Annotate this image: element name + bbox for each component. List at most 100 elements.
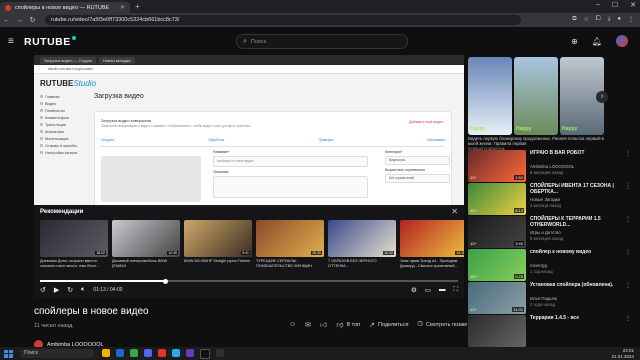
short-card[interactable]: Happy: [514, 57, 558, 135]
recommendation-card[interactable]: 10:42 7 ОБРАЗОВ БЕЗ ЧЕРНОГО ОТТЕНКА...: [328, 220, 396, 268]
user-avatar[interactable]: [616, 35, 628, 47]
edge-icon[interactable]: [116, 348, 124, 357]
taskbar-clock[interactable]: 22:01 21.01.2024: [611, 348, 634, 359]
time-display: 01:13 / 04:00: [93, 287, 123, 293]
short-caption: Happy: [516, 126, 532, 132]
studio-upload-card: Загрузка видео завершена Заполните инфор…: [94, 111, 452, 207]
recommendation-title: ТУРЕЦКИЕ СЕРИАЛЫ: ПОМЕШАТЕЛЬСТВО ЖЕНЩИН: [256, 259, 313, 268]
recommendation-thumbnail: 12:45: [112, 220, 180, 257]
tiktok-icon[interactable]: [200, 348, 210, 359]
video-menu-icon[interactable]: ⋮: [625, 282, 631, 289]
video-menu-icon[interactable]: ⋮: [625, 315, 631, 322]
recommendation-card[interactable]: 12:45 Дешевый электромобиль BMW (ЕМАКX: [112, 220, 180, 268]
like-icon[interactable]: 👍︎: [320, 320, 327, 329]
bookmark-star-icon[interactable]: ☆: [584, 16, 589, 23]
browser-menu-icon[interactable]: ⋮: [628, 16, 634, 23]
upload-icon[interactable]: ⊕: [571, 37, 578, 46]
sidebar-video-item[interactable]: 12+ 0:25 спойлер к новому видео minerrgg 1 г…: [468, 249, 632, 283]
video-menu-icon[interactable]: ⋮: [625, 216, 631, 223]
video-title: спойлеры в новое видео: [34, 306, 149, 317]
sidebar-video-item[interactable]: 12+ 11:01 Установка спойлера (обновлена). И…: [468, 282, 632, 316]
rutube-app-icon[interactable]: [158, 348, 166, 357]
age-label: Возрастные ограничения: [385, 168, 425, 172]
sidebar-video-channel: Илья Подьем: [530, 296, 557, 301]
close-tab-icon[interactable]: ✕: [120, 4, 125, 11]
studio-sidebar-item: Настройки канала: [40, 149, 86, 156]
forward-icon[interactable]: ↻: [67, 286, 73, 294]
minimize-icon[interactable]: –: [596, 1, 600, 9]
sidebar-video-date: 6 месяцев назад: [530, 170, 564, 175]
short-card[interactable]: Happy: [468, 57, 512, 135]
thumbnail-placeholder: [101, 156, 201, 202]
studio-sidebar-item: Главная: [40, 93, 86, 100]
forward-icon[interactable]: →: [13, 17, 26, 24]
video-menu-icon[interactable]: ⋮: [625, 150, 631, 157]
discord-icon[interactable]: [144, 348, 152, 357]
video-menu-icon[interactable]: ⋮: [625, 183, 631, 190]
chrome-icon[interactable]: [130, 348, 138, 357]
age-field: Без ограничений: [385, 174, 450, 183]
sidebar-video-thumbnail: [468, 315, 526, 347]
sidebar-video-item[interactable]: 12+ 1:52 ИГРАЮ В BAR РОБОТ Ambimba LOOOOOOL…: [468, 150, 632, 184]
search-input[interactable]: ⌕ Поиск: [236, 34, 408, 49]
recommendation-card[interactable]: 18:02 Дневники Доты: сыграли вместе, снач…: [40, 220, 108, 268]
windows-start-icon[interactable]: [4, 349, 14, 358]
wide-mode-icon[interactable]: ▬: [439, 286, 446, 294]
upload-step: Проверка: [318, 138, 333, 142]
video-views: 11 чисел назад: [34, 323, 73, 329]
rewind-icon[interactable]: ↺: [40, 286, 46, 294]
top-button[interactable]: 👎︎ В топ: [336, 320, 360, 330]
recommendation-card[interactable]: 9:41 BMW M3 650HP Straight pipes Flames: [184, 220, 252, 268]
profile-icon[interactable]: ●: [617, 16, 621, 23]
sidebar-video-channel: Ambimba LOOOOOOL: [530, 164, 575, 169]
sidebar-video-item[interactable]: 12+ 3:45 СПОЙЛЕРЫ К ТЕРРАРИИ 1.5 OTHERWORL…: [468, 216, 632, 250]
volume-icon[interactable]: 🔈︎: [81, 286, 85, 294]
cast-icon[interactable]: ⧉: [572, 16, 576, 23]
upload-step: Загрузка: [101, 138, 114, 142]
maximize-icon[interactable]: ☐: [612, 1, 618, 9]
close-window-icon[interactable]: ✕: [630, 1, 636, 9]
reload-icon[interactable]: ↻: [26, 16, 39, 24]
recommendation-card[interactable]: 25:30 ТУРЕЦКИЕ СЕРИАЛЫ: ПОМЕШАТЕЛЬСТВО ЖЕ…: [256, 220, 324, 268]
obs-icon[interactable]: [186, 348, 194, 357]
watch-later-button[interactable]: 🕓︎ Смотреть позже: [417, 321, 467, 329]
studio-sidebar-item: Аналитика: [40, 128, 86, 135]
progress-bar[interactable]: [40, 278, 458, 284]
progress-knob[interactable]: [162, 278, 168, 284]
shorts-next-button[interactable]: ›: [596, 91, 608, 103]
comment-icon[interactable]: ✉: [305, 321, 311, 329]
add-video-link: Добавить ещё видео: [409, 120, 443, 124]
emoji-icon[interactable]: ☺: [289, 321, 296, 328]
browser-tab[interactable]: спойлеры в новое видео — RUTUBE ✕: [0, 2, 130, 13]
url-field[interactable]: rutube.ru/video/7a5f3e0ff73300c5324cb661…: [45, 15, 521, 25]
recommendation-duration: 18:02: [95, 251, 106, 255]
share-button[interactable]: ↗ Поделиться: [369, 321, 408, 329]
settings-gear-icon[interactable]: ⚙: [411, 286, 417, 294]
back-icon[interactable]: ←: [0, 17, 13, 24]
sidebar-video-item[interactable]: Террария 1.4.5 - все ⋮: [468, 315, 632, 349]
studio-sidebar-item: Плейлисты: [40, 107, 86, 114]
taskbar-search[interactable]: Поиск: [20, 349, 94, 358]
play-icon[interactable]: ▶: [54, 286, 59, 294]
miniplayer-icon[interactable]: ▭: [425, 286, 431, 294]
downloads-icon[interactable]: ⤓: [608, 16, 611, 23]
menu-hamburger-icon[interactable]: ≡: [8, 36, 14, 47]
close-recommendations-icon[interactable]: ✕: [451, 207, 458, 216]
app-icon[interactable]: [216, 348, 224, 357]
telegram-icon[interactable]: [172, 348, 180, 357]
explorer-icon[interactable]: [102, 348, 110, 357]
video-player[interactable]: Загрузка видео — Студия Новая вкладка st…: [34, 55, 464, 299]
recommendation-duration: 9:41: [241, 251, 250, 255]
fullscreen-icon[interactable]: ⛶: [453, 286, 458, 294]
url-text: rutube.ru/video/7a5f3e0ff73300c5324cb661…: [51, 17, 180, 23]
video-menu-icon[interactable]: ⋮: [625, 249, 631, 256]
notifications-bell-icon[interactable]: 🔔︎: [592, 37, 602, 46]
title-label: Название*: [213, 150, 230, 154]
recommendation-card[interactable]: 14:18 Эпик чувак Тренд #4 - Проходим Диск…: [400, 220, 464, 268]
sidebar-video-item[interactable]: 12+ 8:13 СПОЙЛЕРЫ ИВЕНТА 17 СЕЗОНА | ОБЕРТ…: [468, 183, 632, 217]
extensions-icon[interactable]: ⧠: [596, 16, 601, 23]
video-actions: ☺ ✉ 👍︎ 👎︎ В топ ↗ Поделиться 🕓︎ Смотреть по…: [289, 320, 483, 330]
new-tab-button[interactable]: +: [135, 2, 140, 11]
sidebar-video-thumbnail: 12+ 8:13: [468, 183, 526, 215]
rutube-logo[interactable]: RUTUBE: [24, 36, 76, 48]
